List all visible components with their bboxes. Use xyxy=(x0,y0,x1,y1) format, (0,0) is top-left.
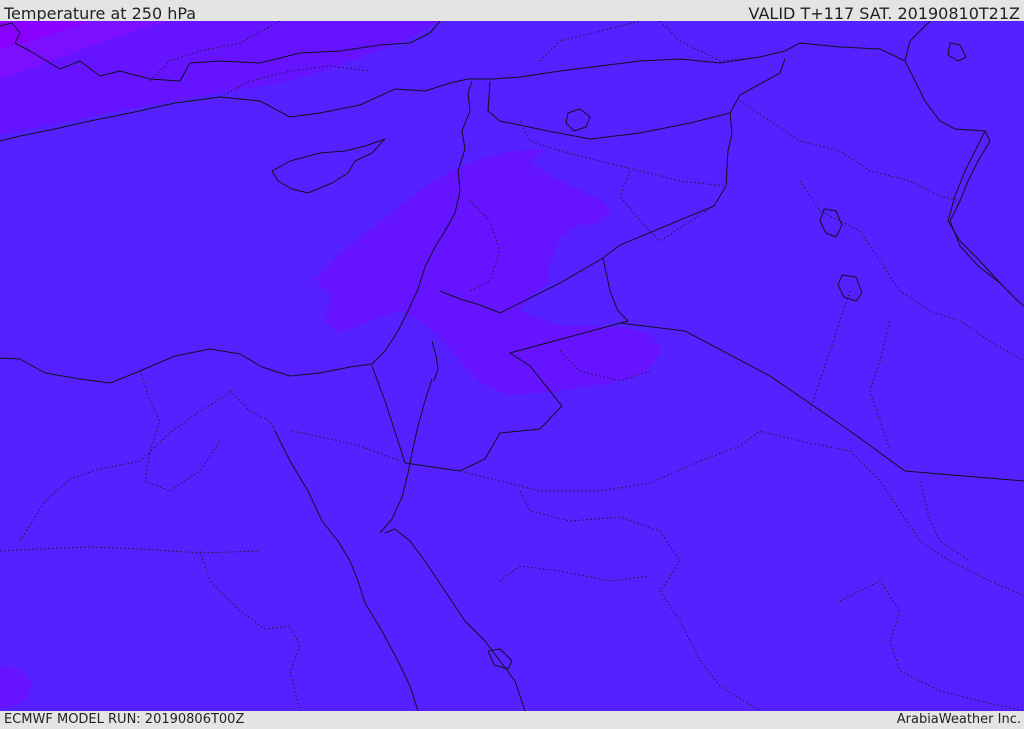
model-run-label: ECMWF MODEL RUN: 20190806T00Z xyxy=(4,712,245,727)
credit-label: ArabiaWeather Inc. xyxy=(896,712,1021,727)
map-panel xyxy=(0,21,1024,711)
footer-bar: ECMWF MODEL RUN: 20190806T00Z ArabiaWeat… xyxy=(0,711,1024,729)
temperature-map xyxy=(0,21,1024,711)
weather-map-page: Temperature at 250 hPa VALID T+117 SAT. … xyxy=(0,0,1024,729)
header-bar: Temperature at 250 hPa VALID T+117 SAT. … xyxy=(0,0,1024,23)
